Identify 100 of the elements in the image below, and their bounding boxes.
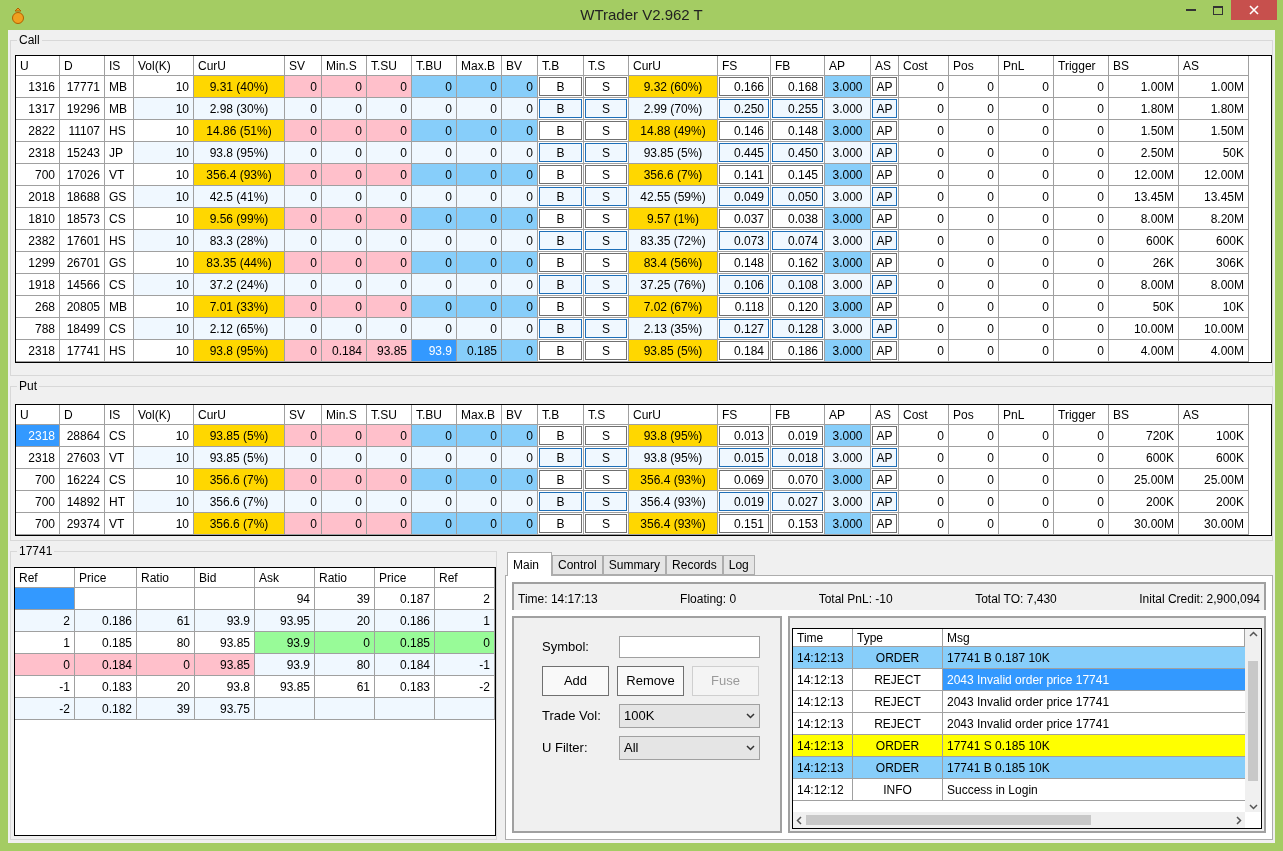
cell-button[interactable]: AP [872,253,897,272]
cell-button[interactable]: B [539,253,582,272]
value-box[interactable]: 0.162 [772,253,823,272]
column-header[interactable]: T.S [584,56,629,76]
column-header[interactable]: CurU [629,405,718,425]
column-header[interactable]: AP [825,405,871,425]
column-header[interactable]: T.B [538,405,584,425]
value-box[interactable]: 0.120 [772,297,823,316]
value-box[interactable]: 0.153 [772,514,823,533]
value-box[interactable]: 0.038 [772,209,823,228]
column-header[interactable]: T.B [538,56,584,76]
scrollbar-thumb[interactable] [1248,660,1258,781]
column-header[interactable]: AS [1179,405,1249,425]
column-header[interactable]: Vol(K) [134,405,194,425]
column-header[interactable]: IS [105,56,134,76]
column-header[interactable]: FS [718,405,771,425]
cell-button[interactable]: S [585,492,627,511]
cell-button[interactable]: AP [872,77,897,96]
cell-button[interactable]: S [585,319,627,338]
column-header[interactable]: BV [502,405,538,425]
value-box[interactable]: 0.108 [772,275,823,294]
value-box[interactable]: 0.118 [719,297,769,316]
column-header[interactable]: T.BU [412,405,457,425]
value-box[interactable]: 0.015 [719,448,769,467]
column-header[interactable]: Trigger [1054,405,1109,425]
cell-button[interactable]: B [539,426,582,445]
value-box[interactable]: 0.013 [719,426,769,445]
cell-button[interactable]: B [539,341,582,360]
column-header[interactable]: SV [285,56,322,76]
value-box[interactable]: 0.146 [719,121,769,140]
value-box[interactable]: 0.166 [719,77,769,96]
cell-button[interactable]: S [585,209,627,228]
column-header[interactable]: CurU [194,56,285,76]
value-box[interactable]: 0.148 [772,121,823,140]
column-header[interactable]: BS [1109,56,1179,76]
horizontal-scrollbar[interactable] [793,812,1245,828]
cell-button[interactable]: AP [872,143,897,162]
cell-button[interactable]: AP [872,341,897,360]
value-box[interactable]: 0.073 [719,231,769,250]
column-header[interactable]: T.SU [367,56,412,76]
form-button[interactable]: Remove [617,666,684,696]
cell-button[interactable]: B [539,143,582,162]
cell-button[interactable]: S [585,514,627,533]
cell-button[interactable]: S [585,99,627,118]
column-header[interactable]: SV [285,405,322,425]
cell-button[interactable]: AP [872,470,897,489]
column-header[interactable]: IS [105,405,134,425]
column-header[interactable]: D [60,56,105,76]
cell-button[interactable]: AP [872,426,897,445]
dropdown[interactable]: All [619,736,760,760]
column-header[interactable]: U [16,405,60,425]
value-box[interactable]: 0.050 [772,187,823,206]
cell-button[interactable]: B [539,470,582,489]
vertical-scrollbar[interactable] [1245,629,1261,812]
cell-button[interactable]: B [539,99,582,118]
value-box[interactable]: 0.019 [772,426,823,445]
cell-button[interactable]: AP [872,187,897,206]
cell-button[interactable]: B [539,187,582,206]
tab[interactable]: Control [552,555,603,575]
cell-button[interactable]: B [539,231,582,250]
column-header[interactable]: AS [1179,56,1249,76]
value-box[interactable]: 0.106 [719,275,769,294]
cell-button[interactable]: S [585,341,627,360]
column-header[interactable]: U [16,56,60,76]
cell-button[interactable]: B [539,209,582,228]
column-header[interactable]: CurU [194,405,285,425]
value-box[interactable]: 0.074 [772,231,823,250]
cell-button[interactable]: AP [872,121,897,140]
cell-button[interactable]: B [539,492,582,511]
column-header[interactable]: CurU [629,56,718,76]
column-header[interactable]: Min.S [322,405,367,425]
value-box[interactable]: 0.027 [772,492,823,511]
cell-button[interactable]: S [585,275,627,294]
column-header[interactable]: T.BU [412,56,457,76]
cell-button[interactable]: AP [872,99,897,118]
cell-button[interactable]: S [585,77,627,96]
tab[interactable]: Summary [602,555,667,575]
cell-button[interactable]: S [585,187,627,206]
value-box[interactable]: 0.184 [719,341,769,360]
cell-button[interactable]: AP [872,275,897,294]
cell-button[interactable]: S [585,121,627,140]
value-box[interactable]: 0.450 [772,143,823,162]
value-box[interactable]: 0.018 [772,448,823,467]
column-header[interactable]: Pos [949,405,999,425]
value-box[interactable]: 0.151 [719,514,769,533]
cell-button[interactable]: S [585,143,627,162]
cell-button[interactable]: AP [872,448,897,467]
cell-button[interactable]: S [585,231,627,250]
value-box[interactable]: 0.037 [719,209,769,228]
column-header[interactable]: FB [771,405,825,425]
tab[interactable]: Main [507,552,552,576]
value-box[interactable]: 0.141 [719,165,769,184]
value-box[interactable]: 0.127 [719,319,769,338]
column-header[interactable]: FS [718,56,771,76]
column-header[interactable]: Min.S [322,56,367,76]
cell-button[interactable]: B [539,121,582,140]
column-header[interactable]: PnL [999,405,1054,425]
scrollbar-thumb[interactable] [806,815,1091,825]
column-header[interactable]: T.SU [367,405,412,425]
value-box[interactable]: 0.445 [719,143,769,162]
